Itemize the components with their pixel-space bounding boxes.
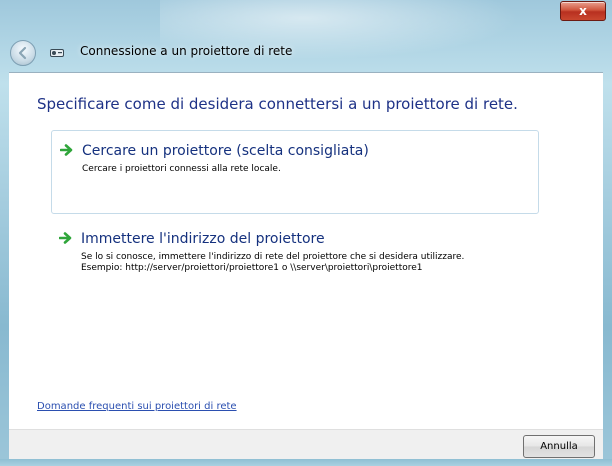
green-arrow-icon <box>60 144 73 156</box>
option-search-projector[interactable]: Cercare un proiettore (scelta consigliat… <box>51 130 539 214</box>
green-arrow-icon <box>59 232 72 244</box>
projector-icon <box>50 48 64 58</box>
window-title: Connessione a un proiettore di rete <box>80 44 293 58</box>
option-description-line: Esempio: http://server/proiettori/proiet… <box>81 263 423 273</box>
cancel-button[interactable]: Annulla <box>523 435 595 458</box>
faq-link[interactable]: Domande frequenti sui proiettori di rete <box>37 401 237 412</box>
close-icon: x <box>579 4 587 18</box>
back-button[interactable] <box>10 40 36 66</box>
option-title: Immettere l'indirizzo del proiettore <box>81 231 325 247</box>
page-heading: Specificare come di desidera connettersi… <box>37 95 518 113</box>
option-description: Se lo si conosce, immettere l'indirizzo … <box>81 252 464 274</box>
main-content: Specificare come di desidera connettersi… <box>9 72 603 430</box>
option-description: Cercare i proiettori connessi alla rete … <box>82 164 281 175</box>
window-frame-bottom <box>0 459 612 466</box>
option-title: Cercare un proiettore (scelta consigliat… <box>82 143 369 159</box>
option-description-line: Se lo si conosce, immettere l'indirizzo … <box>81 252 465 262</box>
footer-bar: Annulla <box>9 429 603 460</box>
option-enter-address[interactable]: Immettere l'indirizzo del proiettore Se … <box>51 219 539 303</box>
back-arrow-icon <box>18 46 27 60</box>
close-button[interactable]: x <box>560 1 606 21</box>
option-description-line: Cercare i proiettori connessi alla rete … <box>82 164 281 174</box>
